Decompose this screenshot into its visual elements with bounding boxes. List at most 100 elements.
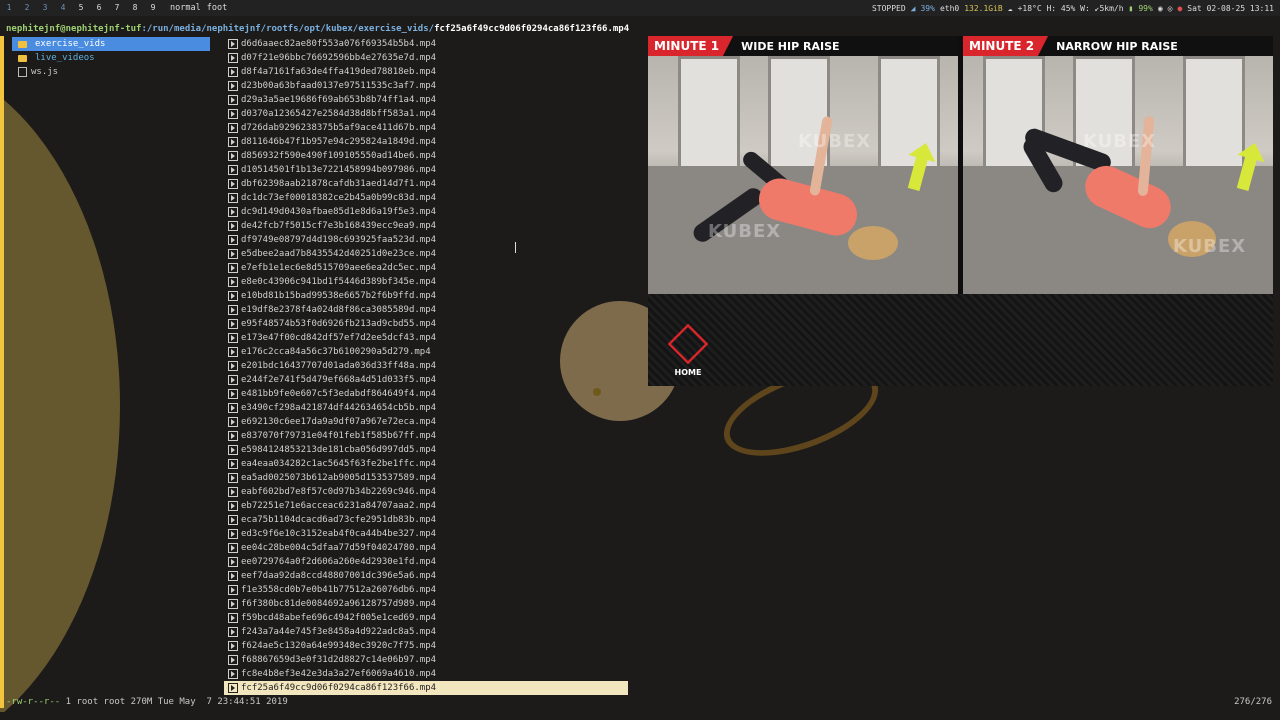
video-file-icon	[228, 403, 238, 413]
file-row[interactable]: e8e0c43906c941bd1f5446d389bf345e.mp4	[224, 275, 632, 289]
file-row[interactable]: e837070f79731e04f01feb1f585b67ff.mp4	[224, 429, 632, 443]
file-row[interactable]: e19df8e2378f4a024d8f86ca3085589d.mp4	[224, 303, 632, 317]
player-status: STOPPED	[871, 3, 906, 13]
video-file-icon	[228, 235, 238, 245]
file-row[interactable]: f624ae5c1320a64e99348ec3920c7f75.mp4	[224, 639, 632, 653]
file-name: eef7daa92da8ccd48807001dc396e5a6.mp4	[241, 571, 437, 581]
file-name: ea4eaa034282c1ac5645f63fe2be1ffc.mp4	[241, 459, 437, 469]
workspace-2[interactable]: 2	[18, 0, 36, 16]
file-row[interactable]: e3490cf298a421874df442634654cb5b.mp4	[224, 401, 632, 415]
file-row[interactable]: d8f4a7161fa63de4ffa419ded78818eb.mp4	[224, 65, 632, 79]
file-row[interactable]: f243a7a44e745f3e8458a4d922adc8a5.mp4	[224, 625, 632, 639]
tray-app-icon[interactable]: ●	[1177, 4, 1182, 13]
file-row[interactable]: ea4eaa034282c1ac5645f63fe2be1ffc.mp4	[224, 457, 632, 471]
video-file-icon	[228, 109, 238, 119]
file-row[interactable]: e10bd81b15bad99538e6657b2f6b9ffd.mp4	[224, 289, 632, 303]
video-file-icon	[228, 53, 238, 63]
window-pane	[878, 56, 940, 182]
file-row[interactable]: d811646b47f1b957e94c295824a1849d.mp4	[224, 135, 632, 149]
file-row[interactable]: dc9d149d0430afbae85d1e8d6a19f5e3.mp4	[224, 205, 632, 219]
file-row[interactable]: f59bcd48abefe696c4942f005e1ced69.mp4	[224, 611, 632, 625]
file-name: eca75b1104dcacd6ad73cfe2951db83b.mp4	[241, 515, 437, 525]
video-file-icon	[228, 459, 238, 469]
clip-header: MINUTE 2 NARROW HIP RAISE	[963, 36, 1273, 56]
home-label: HOME	[674, 368, 702, 377]
planet-large	[0, 56, 120, 712]
file-name: d29a3a5ae19686f69ab653b8b74ff1a4.mp4	[241, 95, 437, 105]
file-row[interactable]: d6d6aaec82ae80f553a076f69354b5b4.mp4	[224, 37, 632, 51]
file-name: dc1dc73ef00018382ce2b45a0b99c83d.mp4	[241, 193, 437, 203]
workspace-3[interactable]: 3	[36, 0, 54, 16]
workspace-4[interactable]: 4	[54, 0, 72, 16]
workspace-7[interactable]: 7	[108, 0, 126, 16]
steam-icon[interactable]: ◎	[1168, 4, 1173, 13]
workspace-6[interactable]: 6	[90, 0, 108, 16]
file-row[interactable]: e201bdc16437707d01ada036d33ff48a.mp4	[224, 359, 632, 373]
clip-minute-2: MINUTE 2 NARROW HIP RAISE KUBEX KUBEX	[963, 36, 1273, 294]
weather-info: +18°C H: 45% W: ↙5km/h	[1017, 3, 1124, 13]
top-bar: 123456789 normal foot STOPPED ◢ 39% eth0…	[0, 0, 1280, 16]
file-row[interactable]: d10514501f1b13e7221458994b097986.mp4	[224, 163, 632, 177]
file-count: 276/276	[1234, 697, 1272, 707]
directory-pane: exercise_vids live_videos ws.js	[12, 37, 212, 79]
file-row[interactable]: f1e3558cd0b7e0b41b77512a26076db6.mp4	[224, 583, 632, 597]
file-row[interactable]: f68867659d3e0f31d2d8827c14e06b97.mp4	[224, 653, 632, 667]
file-row[interactable]: dbf62398aab21878cafdb31aed14d7f1.mp4	[224, 177, 632, 191]
file-row[interactable]: e176c2cca84a56c37b6100290a5d279.mp4	[224, 345, 632, 359]
file-row[interactable]: fcf25a6f49cc9d06f0294ca86f123f66.mp4	[224, 681, 628, 695]
file-name: e10bd81b15bad99538e6657b2f6b9ffd.mp4	[241, 291, 437, 301]
file-list: d6d6aaec82ae80f553a076f69354b5b4.mp4 d07f…	[224, 37, 632, 695]
file-row[interactable]: d07f21e96bbc76692596bb4e27635e7d.mp4	[224, 51, 632, 65]
file-row[interactable]: d23b00a63bfaad0137e97511535c3af7.mp4	[224, 79, 632, 93]
file-row[interactable]: e173e47f00cd842df57ef7d2ee5dcf43.mp4	[224, 331, 632, 345]
video-file-icon	[228, 487, 238, 497]
file-row[interactable]: ed3c9f6e10c3152eab4f0ca44b4be327.mp4	[224, 527, 632, 541]
prompt-user: nephitejnf@nephitejnf-tuf	[6, 24, 142, 34]
file-name: e95f48574b53f0d6926fb213ad9cbd55.mp4	[241, 319, 437, 329]
file-row[interactable]: eca75b1104dcacd6ad73cfe2951db83b.mp4	[224, 513, 632, 527]
file-row[interactable]: d726dab9296238375b5af9ace411d67b.mp4	[224, 121, 632, 135]
file-row[interactable]: e481bb9fe0e607c5f3edabdf864649f4.mp4	[224, 387, 632, 401]
file-row[interactable]: e7efb1e1ec6e8d515709aee6ea2dc5ec.mp4	[224, 261, 632, 275]
file-name: eabf602bd7e8f57c0d97b34b2269c946.mp4	[241, 487, 437, 497]
file-row[interactable]: d29a3a5ae19686f69ab653b8b74ff1a4.mp4	[224, 93, 632, 107]
video-file-icon	[228, 347, 238, 357]
file-name: de42fcb7f5015cf7e3b168439ecc9ea9.mp4	[241, 221, 437, 231]
home-button[interactable]: HOME	[667, 323, 709, 377]
file-row[interactable]: ee04c28be004c5dfaa77d59f04024780.mp4	[224, 541, 632, 555]
file-row[interactable]: eabf602bd7e8f57c0d97b34b2269c946.mp4	[224, 485, 632, 499]
file-row[interactable]: f6f380bc81de0084692a96128757d989.mp4	[224, 597, 632, 611]
file-row[interactable]: ee0729764a0f2d606a260e4d2930e1fd.mp4	[224, 555, 632, 569]
video-file-icon	[228, 333, 238, 343]
dir-item[interactable]: exercise_vids	[12, 37, 210, 51]
file-row[interactable]: e5984124853213de181cba056d997dd5.mp4	[224, 443, 632, 457]
dir-item[interactable]: ws.js	[12, 65, 212, 79]
video-file-icon	[228, 291, 238, 301]
workspace-9[interactable]: 9	[144, 0, 162, 16]
file-row[interactable]: de42fcb7f5015cf7e3b168439ecc9ea9.mp4	[224, 219, 632, 233]
dir-item[interactable]: live_videos	[12, 51, 212, 65]
file-permissions: -rw-r--r--	[6, 697, 61, 707]
file-row[interactable]: eef7daa92da8ccd48807001dc396e5a6.mp4	[224, 569, 632, 583]
file-row[interactable]: dc1dc73ef00018382ce2b45a0b99c83d.mp4	[224, 191, 632, 205]
workspace-8[interactable]: 8	[126, 0, 144, 16]
file-name: d8f4a7161fa63de4ffa419ded78818eb.mp4	[241, 67, 437, 77]
file-row[interactable]: e244f2e741f5d479ef668a4d51d033f5.mp4	[224, 373, 632, 387]
workspace-1[interactable]: 1	[0, 0, 18, 16]
file-row[interactable]: df9749e08797d4d198c693925faa523d.mp4	[224, 233, 632, 247]
file-row[interactable]: e95f48574b53f0d6926fb213ad9cbd55.mp4	[224, 317, 632, 331]
file-row[interactable]: d856932f590e490f109105550ad14be6.mp4	[224, 149, 632, 163]
watermark: KUBEX	[708, 221, 782, 242]
file-row[interactable]: d0370a12365427e2584d38d8bff583a1.mp4	[224, 107, 632, 121]
battery-level: 99%	[1138, 3, 1153, 13]
file-row[interactable]: e692130c6ee17da9a9df07a967e72eca.mp4	[224, 415, 632, 429]
file-row[interactable]: e5dbee2aad7b8435542d40251d0e23ce.mp4	[224, 247, 632, 261]
volume-level: 39%	[920, 3, 935, 13]
file-row[interactable]: ea5ad0025073b612ab9005d153537589.mp4	[224, 471, 632, 485]
tray-icon[interactable]: ◉	[1158, 4, 1163, 13]
file-name: ea5ad0025073b612ab9005d153537589.mp4	[241, 473, 437, 483]
file-row[interactable]: fc8e4b8ef3e42e3da3a27ef6069a4610.mp4	[224, 667, 632, 681]
video-file-icon	[228, 179, 238, 189]
file-row[interactable]: eb72251e71e6acceac6231a84707aaa2.mp4	[224, 499, 632, 513]
workspace-5[interactable]: 5	[72, 0, 90, 16]
